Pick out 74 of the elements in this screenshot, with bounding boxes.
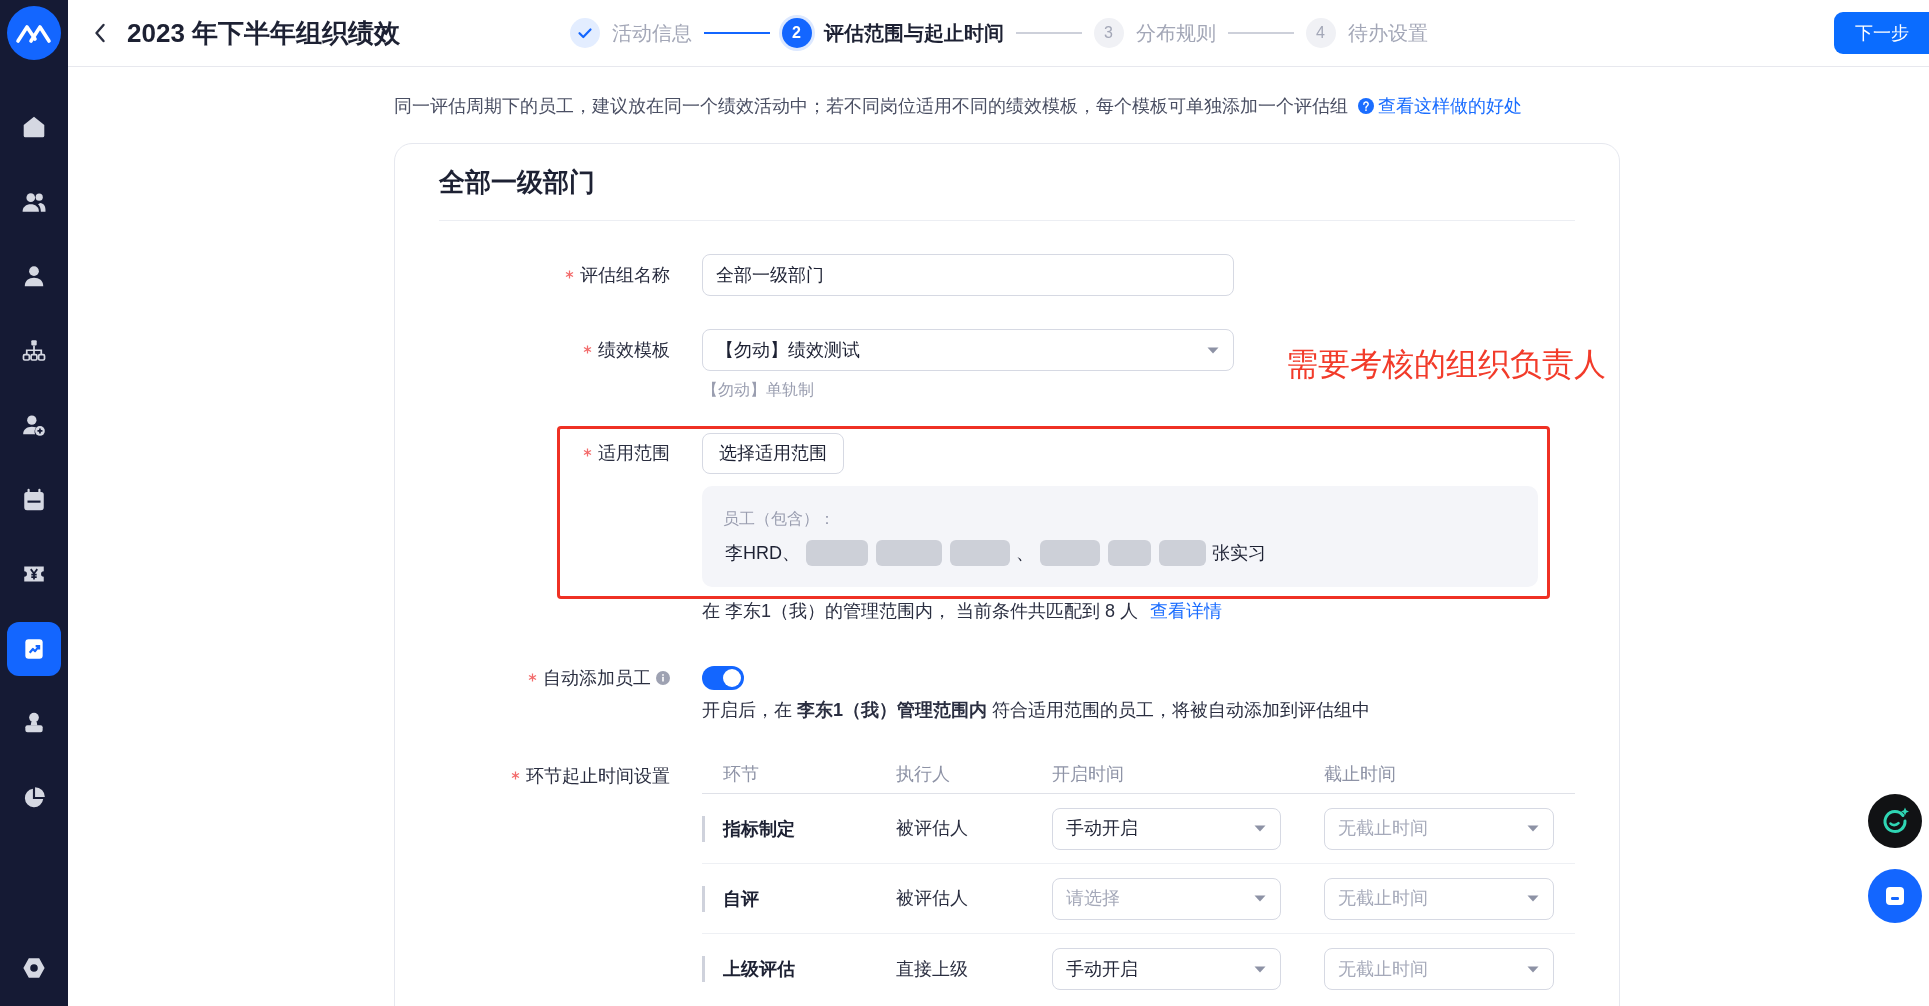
executor-cell-text: 被评估人 [896,817,968,840]
start-time-select[interactable]: 手动开启 [1052,807,1281,850]
employee-name: 、 [1016,541,1034,565]
message-button[interactable] [1868,869,1922,923]
step-label[interactable]: 待办设置 [1347,18,1428,48]
step-label[interactable]: 分布规则 [1135,18,1216,48]
field-label: 环节起止时间设置 [526,764,670,788]
employee-name: 张实习 [1212,541,1266,565]
step-label[interactable]: 评估范围与起止时间 [823,18,1004,48]
column-header: 环节 [723,763,759,786]
chevron-left-icon [94,23,106,43]
caret-down-icon [1254,895,1266,902]
field-hint: 【勿动】单轨制 [702,380,814,400]
redacted-block [876,540,942,566]
end-time-select[interactable]: 无截止时间 [1324,877,1554,920]
caret-down-icon [1254,825,1266,832]
template-select[interactable]: 【勿动】绩效测试 [702,329,1234,371]
column-header: 开启时间 [1052,763,1124,786]
redacted-block [1108,540,1151,566]
redacted-block [950,540,1010,566]
field-label: 评估组名称 [580,263,670,287]
settings-icon [21,955,47,981]
org-chart-icon [21,337,47,364]
card-title: 全部一级部门 [439,166,596,199]
page-title: 2023 年下半年组织绩效 [127,16,401,50]
step-number: 4 [1305,18,1336,48]
start-time-select[interactable]: 请选择 [1052,877,1281,920]
info-icon [656,671,670,685]
field-label: 自动添加员工 [543,666,651,690]
redacted-block [806,540,868,566]
name-input[interactable]: 全部一级部门 [702,254,1234,296]
stage-cell: 自评 [702,885,759,912]
employee-name: 李HRD、 [725,541,800,565]
caret-down-icon [1254,965,1266,973]
end-time-select[interactable]: 无截止时间 [1324,807,1554,850]
caret-down-icon [1527,825,1539,832]
executor-cell-text: 被评估人 [896,887,968,910]
caret-down-icon [1207,346,1219,354]
start-time-select[interactable]: 手动开启 [1052,948,1281,990]
match-text: 在 李东1（我）的管理范围内， 当前条件共匹配到 8 人 [702,600,1139,623]
help-icon [1358,98,1374,114]
toggle-description: 开启后，在 李东1（我）管理范围内 符合适用范围的员工，将被自动添加到评估组中 [702,699,1371,722]
nav-item[interactable] [7,621,61,676]
details-link[interactable]: 查看详情 [1150,598,1223,624]
caret-down-icon [1527,965,1539,973]
step-connector [1227,32,1294,34]
home-icon [21,114,47,140]
redacted-block [1040,540,1100,566]
employees-label: 员工（包含）： [723,509,835,529]
intro-text: 同一评估周期下的员工，建议放在同一个绩效活动中；若不同岗位适用不同的绩效模板，每个模板可单独添加一个评估组 [394,95,1348,118]
column-header: 截止时间 [1324,763,1396,786]
step-connector [703,32,770,34]
executor-cell-text: 直接上级 [896,957,968,981]
step-number: 2 [781,18,812,48]
step-number: 3 [1093,18,1124,48]
redacted-block [1159,540,1206,566]
field-label: 适用范围 [598,442,670,465]
field-label: 绩效模板 [598,338,670,362]
caret-down-icon [1527,895,1539,902]
column-header: 执行人 [896,763,950,786]
select-scope-button[interactable]: 选择适用范围 [702,433,844,474]
message-icon [1885,886,1905,906]
help-link[interactable]: 查看这样做的好处 [1378,93,1522,119]
annotation-text: 需要考核的组织负责人 [1286,345,1606,384]
assistant-button[interactable] [1868,794,1922,848]
next-button[interactable]: 下一步 [1834,12,1929,54]
end-time-select[interactable]: 无截止时间 [1324,948,1554,990]
step-connector [1015,32,1082,34]
toggle-switch[interactable] [702,666,744,690]
stage-cell: 上级评估 [702,956,795,982]
calendar-icon [21,486,47,513]
logo-icon[interactable] [7,6,61,60]
step-label[interactable]: 活动信息 [611,18,692,48]
stage-cell: 指标制定 [702,815,795,842]
